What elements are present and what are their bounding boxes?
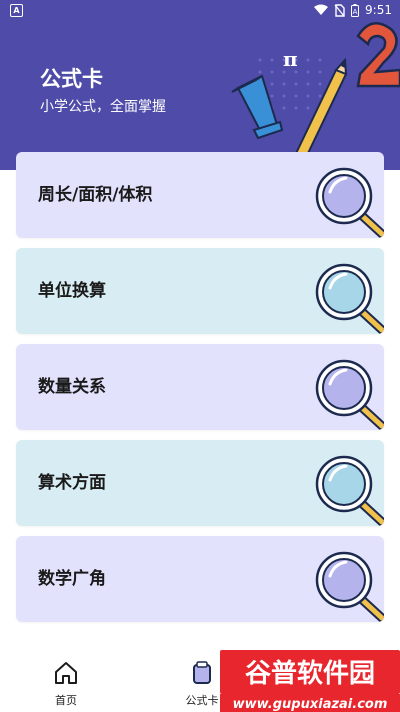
math-decoration-illustration: π — [231, 22, 400, 170]
magnifier-icon — [315, 359, 384, 430]
app-notification-icon: A — [10, 4, 23, 17]
magnifier-icon — [315, 455, 384, 526]
page-title: 公式卡 — [40, 67, 103, 91]
svg-text:谷普软件园: 谷普软件园 — [245, 658, 375, 689]
magnifier-icon — [315, 551, 384, 622]
magnifier-icon — [315, 263, 384, 334]
header-banner: A A 9:51 公式卡 小学公式，全面掌握 π — [0, 0, 400, 170]
card-label: 数学广角 — [38, 569, 106, 589]
category-card-quantity-relations[interactable]: 数量关系 — [16, 344, 384, 430]
nav-item-home[interactable]: 首页 — [36, 660, 96, 708]
home-icon — [55, 662, 77, 684]
card-label: 周长/面积/体积 — [38, 185, 153, 205]
card-label: 算术方面 — [38, 473, 106, 493]
page-subtitle: 小学公式，全面掌握 — [40, 99, 166, 115]
svg-text:www.gupuxiazai.com: www.gupuxiazai.com — [233, 697, 388, 712]
card-icon — [193, 661, 211, 684]
number-one-shape — [231, 74, 284, 140]
category-card-math-wide-angle[interactable]: 数学广角 — [16, 536, 384, 622]
card-label: 单位换算 — [38, 281, 106, 301]
card-label: 数量关系 — [38, 377, 106, 397]
number-two-shape — [356, 22, 400, 88]
nav-label-home: 首页 — [55, 694, 77, 707]
pi-symbol: π — [283, 47, 298, 71]
category-card-list: 周长/面积/体积 单位换算 数量关系 算术方面 数学广角 — [16, 152, 384, 632]
category-card-unit-conversion[interactable]: 单位换算 — [16, 248, 384, 334]
site-watermark-logo: 谷普软件园 www.gupuxiazai.com — [220, 650, 400, 712]
category-card-perimeter-area-volume[interactable]: 周长/面积/体积 — [16, 152, 384, 238]
magnifier-icon — [315, 167, 384, 238]
category-card-arithmetic[interactable]: 算术方面 — [16, 440, 384, 526]
